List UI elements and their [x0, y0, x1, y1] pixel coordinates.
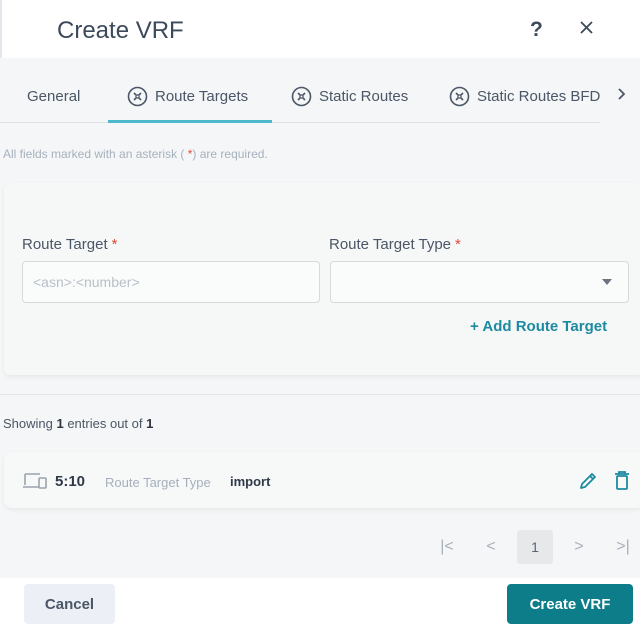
- close-icon: [580, 21, 593, 34]
- tab-label: General: [27, 87, 81, 105]
- count: 1: [56, 416, 64, 431]
- pencil-icon: [580, 473, 596, 489]
- circle-x-icon: [449, 86, 470, 106]
- previous-page-button[interactable]: <: [473, 530, 509, 564]
- entries-count: Showing 1 entries out of 1: [3, 416, 153, 431]
- next-page-button[interactable]: >: [561, 530, 597, 564]
- list-item: [4, 452, 640, 508]
- route-target-value: 5:10: [55, 473, 86, 490]
- text: entries out of: [63, 416, 147, 431]
- edit-button[interactable]: [578, 471, 598, 496]
- active-tab-indicator: [108, 120, 272, 123]
- required-asterisk: *: [111, 236, 118, 253]
- label-text: Route Target Type: [329, 236, 452, 253]
- route-target-type-select[interactable]: [330, 261, 629, 303]
- tab-static-routes[interactable]: Static Routes: [291, 84, 408, 108]
- route-target-type-value: import: [230, 474, 271, 489]
- tab-route-targets[interactable]: Route Targets: [127, 84, 248, 108]
- route-target-label: Route Target *: [22, 236, 117, 253]
- note-text: ) are required.: [192, 147, 268, 161]
- circle-x-icon: [127, 86, 148, 106]
- page-1-button[interactable]: 1: [517, 530, 553, 564]
- label-text: Route Target: [22, 236, 108, 253]
- tabs-scroll-right-button[interactable]: [616, 84, 628, 109]
- first-page-button[interactable]: |<: [429, 530, 465, 564]
- route-target-type-label: Route Target Type: [105, 475, 211, 490]
- tab-general[interactable]: General: [27, 84, 80, 108]
- dialog-header: Create VRF ?: [0, 0, 640, 58]
- note-text: All fields marked with an asterisk (: [3, 147, 188, 161]
- tab-label: Route Targets: [155, 87, 249, 105]
- caret-down-icon: [602, 279, 612, 285]
- close-button[interactable]: [576, 17, 598, 39]
- required-fields-note: All fields marked with an asterisk ( *) …: [3, 147, 268, 161]
- required-asterisk: *: [455, 236, 461, 253]
- tab-static-routes-bfd[interactable]: Static Routes BFD: [449, 84, 601, 108]
- dialog-title: Create VRF: [57, 17, 184, 44]
- devices-icon: [22, 472, 48, 495]
- create-vrf-button[interactable]: Create VRF: [507, 584, 633, 624]
- tab-label: Static Routes: [319, 87, 409, 105]
- trash-icon: [615, 471, 629, 490]
- tab-label: Static Routes BFD: [477, 87, 601, 105]
- text: Showing: [3, 416, 57, 431]
- chevron-right-icon: [618, 88, 626, 100]
- circle-x-icon: [291, 86, 312, 106]
- route-target-type-label: Route Target Type *: [329, 236, 461, 253]
- total: 1: [146, 416, 154, 431]
- route-target-input[interactable]: [22, 261, 320, 303]
- section-divider: [0, 394, 640, 395]
- help-button[interactable]: ?: [530, 18, 543, 42]
- cancel-button[interactable]: Cancel: [24, 584, 115, 624]
- add-route-target-link[interactable]: + Add Route Target: [470, 318, 607, 335]
- tab-bar-divider: [0, 122, 600, 123]
- last-page-button[interactable]: >|: [605, 530, 640, 564]
- delete-button[interactable]: [613, 470, 631, 497]
